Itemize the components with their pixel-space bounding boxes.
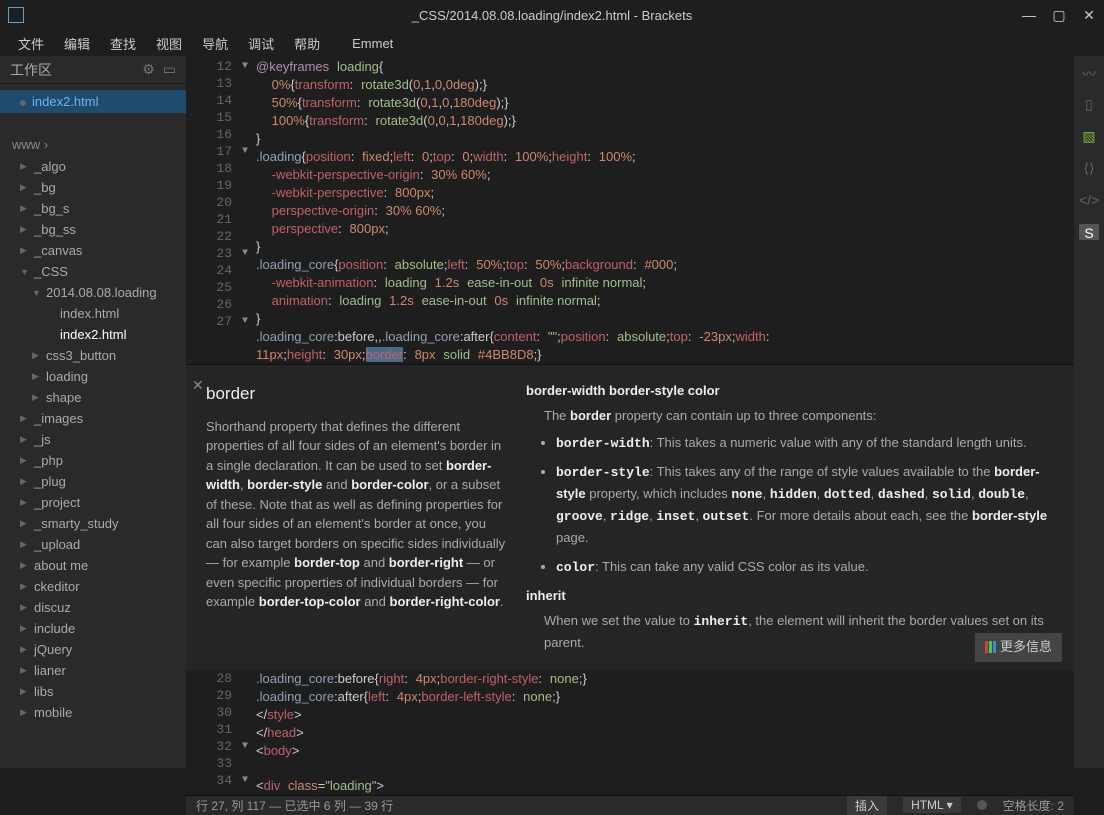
menu-navigate[interactable]: 导航 — [192, 31, 238, 56]
hint-syntax-header: border-width border-style color — [526, 383, 720, 398]
extension-manager-icon[interactable]: ▧ — [1079, 128, 1099, 144]
tree-item[interactable]: ▶_plug — [0, 471, 186, 492]
hint-title: border — [206, 381, 506, 407]
code-icon[interactable]: </> — [1079, 192, 1099, 208]
tree-item[interactable]: ▶mobile — [0, 702, 186, 723]
menu-view[interactable]: 视图 — [146, 31, 192, 56]
tree-item[interactable]: ▶include — [0, 618, 186, 639]
file-tree: www › ▶_algo▶_bg▶_bg_s▶_bg_ss▶_canvas▼_C… — [0, 129, 186, 727]
close-icon[interactable]: ✕ — [192, 377, 204, 394]
maximize-button[interactable]: ▢ — [1044, 0, 1074, 30]
phone-icon[interactable]: ▯ — [1079, 96, 1099, 112]
menu-emmet[interactable]: Emmet — [342, 33, 403, 54]
tree-item[interactable]: ▶_bg — [0, 177, 186, 198]
tree-item[interactable]: ▶_project — [0, 492, 186, 513]
tree-item[interactable]: ▶_smarty_study — [0, 513, 186, 534]
cursor-position: 行 27, 列 117 — 已选中 6 列 — 39 行 — [196, 797, 393, 814]
window-controls: — ▢ ✕ — [1014, 0, 1104, 30]
tab-size[interactable]: 空格长度: 2 — [1003, 797, 1064, 814]
tree-item[interactable]: ▶loading — [0, 366, 186, 387]
hint-details: border-width border-style color The bord… — [526, 381, 1054, 654]
menubar: 文件 编辑 查找 视图 导航 调试 帮助 Emmet — [0, 30, 1104, 56]
editor[interactable]: 12131415161718192021222324252627 ▼▼▼▼ @k… — [186, 56, 1074, 768]
tree-item[interactable]: ▶lianer — [0, 660, 186, 681]
statusbar: 行 27, 列 117 — 已选中 6 列 — 39 行 插入 HTML ▾ 空… — [186, 795, 1074, 815]
tree-item[interactable]: ▶_js — [0, 429, 186, 450]
app-icon — [8, 7, 24, 23]
tree-item[interactable]: ▶_bg_s — [0, 198, 186, 219]
menu-find[interactable]: 查找 — [100, 31, 146, 56]
bracket-icon[interactable]: ⟨⟩ — [1079, 160, 1099, 176]
extension-rail: 〰 ▯ ▧ ⟨⟩ </> S — [1074, 56, 1104, 768]
line-gutter-bottom: 28293031323334 — [186, 670, 242, 795]
tree-item[interactable]: ▶css3_button — [0, 345, 186, 366]
split-icon[interactable]: ▭ — [163, 61, 176, 78]
tree-item[interactable]: ▶ckeditor — [0, 576, 186, 597]
tree-item[interactable]: ▼_CSS — [0, 261, 186, 282]
live-preview-icon[interactable]: 〰 — [1079, 64, 1099, 80]
fold-gutter-bottom[interactable]: ▼▼ — [242, 670, 256, 795]
minimize-button[interactable]: — — [1014, 0, 1044, 30]
sidebar-title: 工作区 — [10, 60, 52, 80]
tree-item[interactable]: ▼2014.08.08.loading — [0, 282, 186, 303]
menu-help[interactable]: 帮助 — [284, 31, 330, 56]
tree-item[interactable]: ▶_images — [0, 408, 186, 429]
tree-item[interactable]: index.html — [0, 303, 186, 324]
fold-gutter[interactable]: ▼▼▼▼ — [242, 58, 256, 364]
menu-debug[interactable]: 调试 — [238, 31, 284, 56]
tree-item[interactable]: ▶_bg_ss — [0, 219, 186, 240]
language-mode[interactable]: HTML ▾ — [903, 797, 961, 813]
tree-item[interactable]: ▶discuz — [0, 597, 186, 618]
tree-item[interactable]: ▶_canvas — [0, 240, 186, 261]
open-file-item[interactable]: index2.html — [0, 90, 186, 113]
tree-item[interactable]: ▶about me — [0, 555, 186, 576]
more-info-button[interactable]: 更多信息 — [975, 633, 1062, 662]
gear-icon[interactable]: ⚙ — [142, 61, 155, 78]
window-title: _CSS/2014.08.08.loading/index2.html - Br… — [412, 8, 692, 23]
sidebar: 工作区 ⚙ ▭ index2.html www › ▶_algo▶_bg▶_bg… — [0, 56, 186, 768]
code-content-top[interactable]: @keyframes loading{ 0%{transform: rotate… — [256, 58, 1074, 364]
status-indicator — [977, 800, 987, 810]
tree-item[interactable]: ▶shape — [0, 387, 186, 408]
s-icon[interactable]: S — [1079, 224, 1099, 240]
menu-edit[interactable]: 编辑 — [54, 31, 100, 56]
menu-file[interactable]: 文件 — [8, 31, 54, 56]
line-gutter: 12131415161718192021222324252627 — [186, 58, 242, 364]
code-content-bottom[interactable]: .loading_core:before{right: 4px;border-r… — [256, 670, 1074, 795]
inherit-label: inherit — [526, 588, 566, 603]
tree-item[interactable]: ▶_upload — [0, 534, 186, 555]
tree-item[interactable]: ▶_php — [0, 450, 186, 471]
titlebar: _CSS/2014.08.08.loading/index2.html - Br… — [0, 0, 1104, 30]
tree-breadcrumb[interactable]: www › — [0, 133, 186, 156]
insert-mode[interactable]: 插入 — [847, 796, 887, 815]
open-files: index2.html — [0, 84, 186, 119]
hint-description: Shorthand property that defines the diff… — [206, 417, 506, 612]
tree-item[interactable]: index2.html — [0, 324, 186, 345]
sidebar-header: 工作区 ⚙ ▭ — [0, 56, 186, 84]
close-button[interactable]: ✕ — [1074, 0, 1104, 30]
tree-item[interactable]: ▶jQuery — [0, 639, 186, 660]
tree-item[interactable]: ▶_algo — [0, 156, 186, 177]
tree-item[interactable]: ▶libs — [0, 681, 186, 702]
quick-docs-panel: ✕ border Shorthand property that defines… — [186, 364, 1074, 670]
